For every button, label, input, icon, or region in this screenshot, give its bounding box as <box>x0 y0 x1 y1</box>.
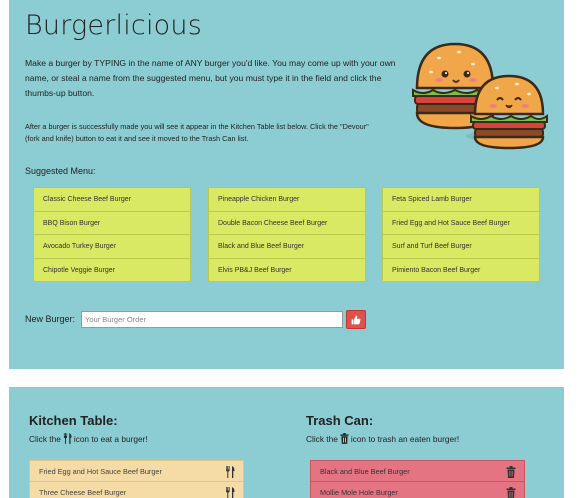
kitchen-instructions-start: Click the <box>29 433 61 444</box>
kitchen-burger-item: Fried Egg and Hot Sauce Beef Burger <box>29 460 244 482</box>
new-burger-label: New Burger: <box>25 314 76 324</box>
burger-lists-panel: Kitchen Table: Click the icon to eat a b… <box>9 387 564 498</box>
menu-column-3: Feta Spiced Lamb Burger Fried Egg and Ho… <box>382 187 540 282</box>
menu-column-1: Classic Cheese Beef Burger BBQ Bison Bur… <box>33 187 191 282</box>
trash-instructions-end: icon to trash an eaten burger! <box>350 433 460 444</box>
burger-name: Three Cheese Beef Burger <box>39 488 127 497</box>
menu-item: Pimiento Bacon Beef Burger <box>382 257 540 282</box>
burger-name: Fried Egg and Hot Sauce Beef Burger <box>39 467 162 476</box>
kitchen-table-instructions: Click the icon to eat a burger! <box>29 433 148 444</box>
trash-icon[interactable] <box>506 487 516 498</box>
trash-instructions-start: Click the <box>306 433 338 444</box>
suggested-menu-label: Suggested Menu: <box>25 166 96 176</box>
menu-item: Feta Spiced Lamb Burger <box>382 187 540 212</box>
fork-knife-icon[interactable] <box>225 487 235 498</box>
page-title: Burgerlicious <box>25 10 202 41</box>
menu-item: Avocado Turkey Burger <box>33 234 191 259</box>
order-panel: Burgerlicious Make a burger by TYPING in… <box>9 0 564 369</box>
menu-item: Pineapple Chicken Burger <box>208 187 366 212</box>
menu-column-2: Pineapple Chicken Burger Double Bacon Ch… <box>208 187 366 282</box>
menu-item: Black and Blue Beef Burger <box>208 234 366 259</box>
trash-can-list: Black and Blue Beef Burger Mollie Mole H… <box>310 460 525 498</box>
fork-knife-icon <box>63 433 72 444</box>
submit-burger-button[interactable] <box>346 310 366 329</box>
instructions-text: After a burger is successfully made you … <box>25 122 369 143</box>
menu-item: Double Bacon Cheese Beef Burger <box>208 210 366 235</box>
kitchen-burger-item: Three Cheese Beef Burger <box>29 481 244 498</box>
menu-item: BBQ Bison Burger <box>33 210 191 235</box>
trash-icon[interactable] <box>506 466 516 478</box>
menu-item: Classic Cheese Beef Burger <box>33 187 191 212</box>
menu-item: Fried Egg and Hot Sauce Beef Burger <box>382 210 540 235</box>
burger-name-input[interactable] <box>81 311 343 328</box>
burger-illustration <box>409 36 549 152</box>
kitchen-table-list: Fried Egg and Hot Sauce Beef Burger Thre… <box>29 460 244 498</box>
burger-name: Black and Blue Beef Burger <box>320 467 410 476</box>
fork-knife-icon[interactable] <box>225 466 235 478</box>
intro-text: Make a burger by TYPING in the name of A… <box>25 58 396 98</box>
trash-burger-item: Mollie Mole Hole Burger <box>310 481 525 498</box>
kitchen-instructions-end: icon to eat a burger! <box>73 433 148 444</box>
trash-burger-item: Black and Blue Beef Burger <box>310 460 525 482</box>
menu-item: Surf and Turf Beef Burger <box>382 234 540 259</box>
thumbs-up-icon <box>351 315 361 324</box>
trash-icon <box>340 433 349 444</box>
menu-item: Chipotle Veggie Burger <box>33 257 191 282</box>
trash-can-title: Trash Can: <box>306 413 374 428</box>
trash-can-instructions: Click the icon to trash an eaten burger! <box>306 433 459 444</box>
menu-item: Elvis PB&J Beef Burger <box>208 257 366 282</box>
kitchen-table-title: Kitchen Table: <box>29 413 118 428</box>
burger-name: Mollie Mole Hole Burger <box>320 488 398 497</box>
